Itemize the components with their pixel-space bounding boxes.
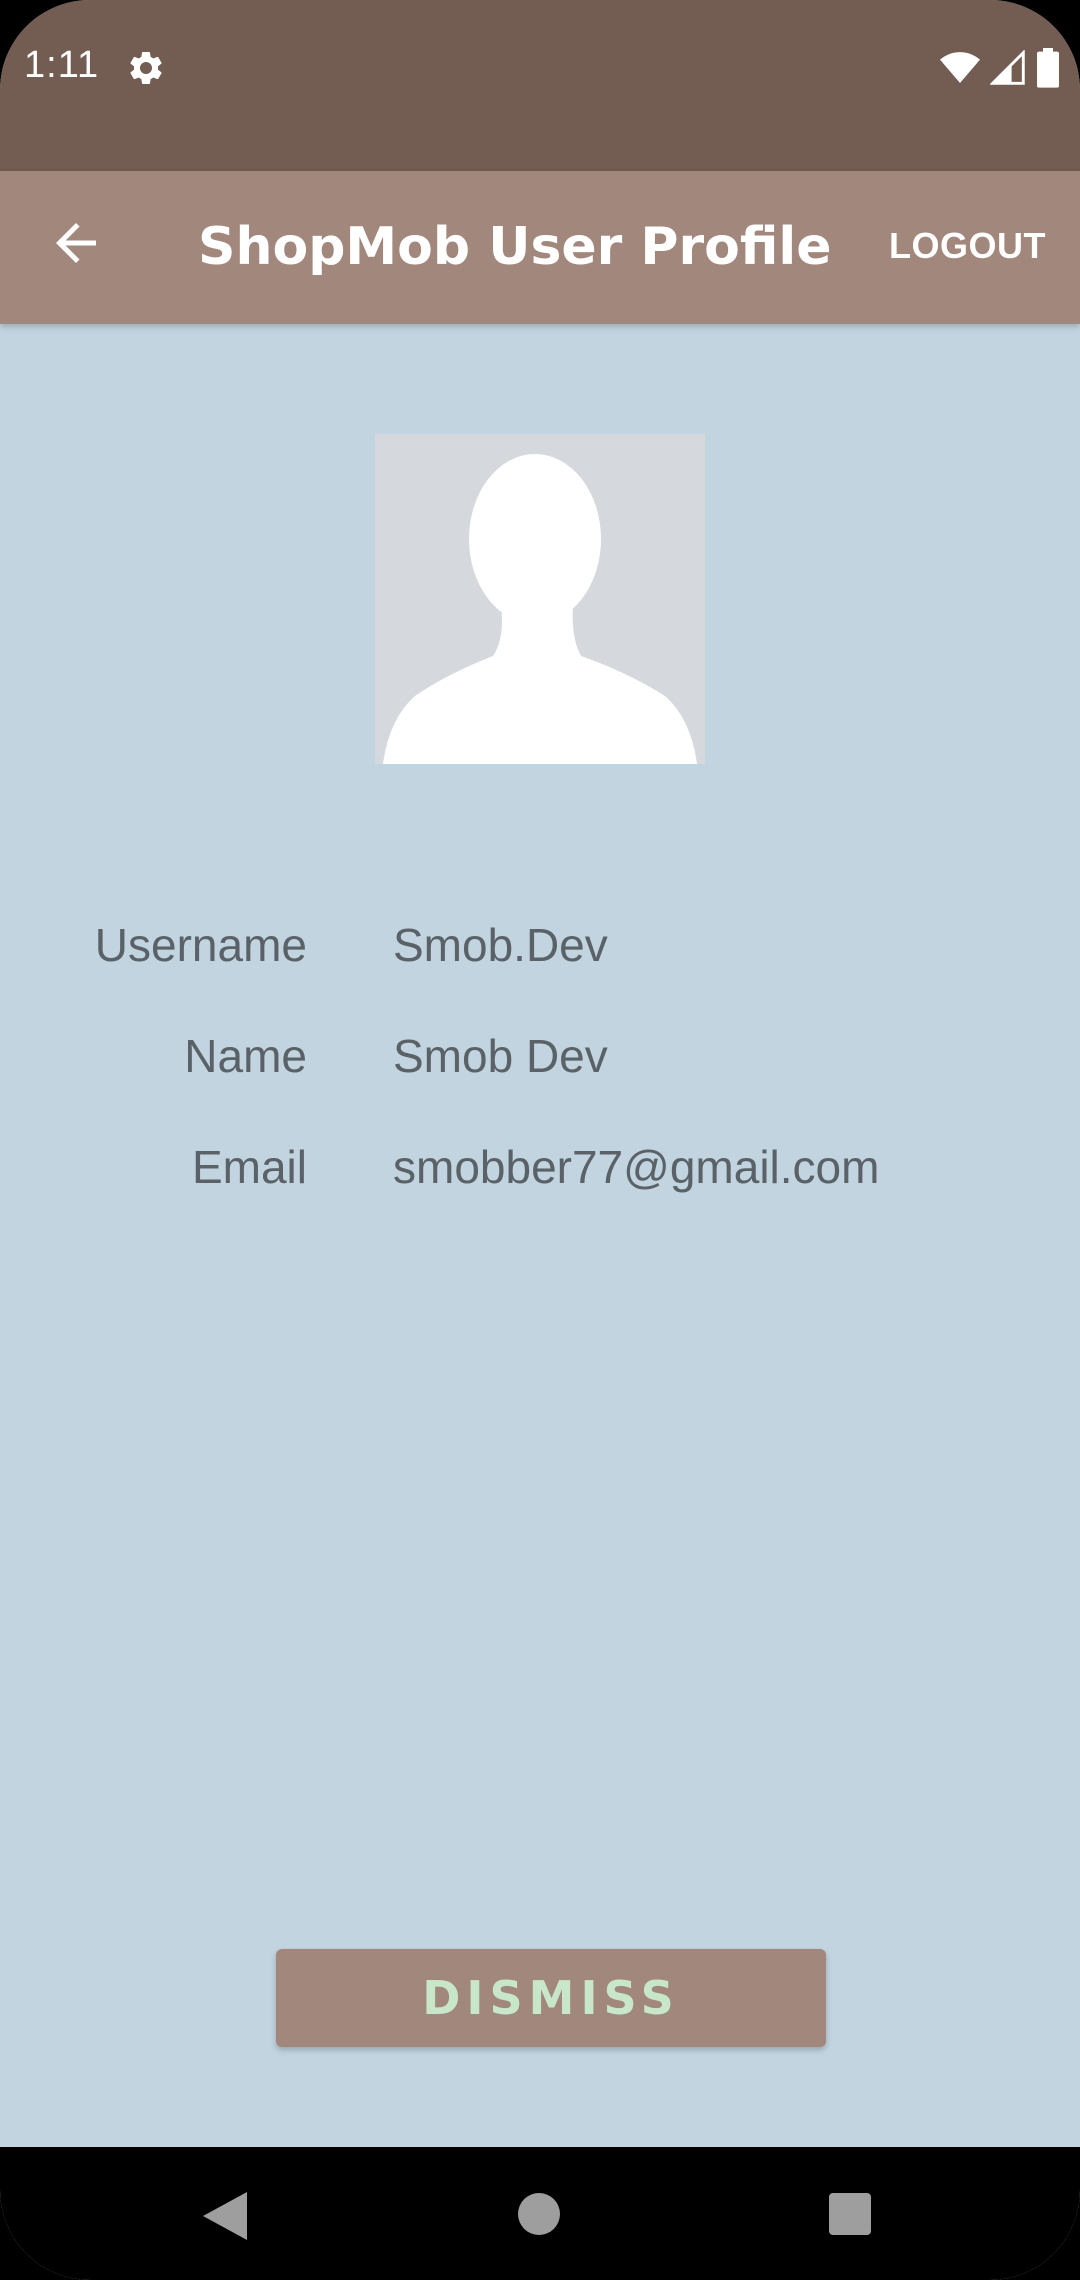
page-title: ShopMob User Profile [198, 217, 832, 277]
battery-icon [1037, 48, 1059, 88]
dismiss-button[interactable]: DISMISS [276, 1949, 826, 2047]
gear-icon [130, 51, 162, 84]
name-label: Name [184, 1030, 307, 1082]
email-label: Email [191, 1141, 307, 1193]
navigation-bar [0, 2147, 1080, 2280]
nav-back-icon[interactable] [203, 2192, 247, 2240]
status-bar: 1:11 [0, 0, 1080, 171]
email-row: Email smobber77@gmail.com [0, 1140, 1080, 1200]
email-value: smobber77@gmail.com [393, 1141, 880, 1193]
phone-screen: 1:11 ShopMob User Profile LOGOUT Usernam… [0, 0, 1080, 2280]
person-silhouette-icon [383, 454, 697, 764]
username-label: Username [94, 919, 307, 971]
nav-home-icon[interactable] [518, 2193, 560, 2235]
status-icons [940, 48, 1060, 88]
signal-icon [990, 50, 1025, 85]
avatar [375, 434, 705, 764]
name-row: Name Smob Dev [0, 1029, 1080, 1089]
nav-recents-icon[interactable] [829, 2193, 871, 2235]
wifi-icon [940, 52, 980, 83]
username-row: Username Smob.Dev [0, 918, 1080, 978]
arrow-left-icon[interactable] [46, 213, 106, 273]
status-time: 1:11 [24, 44, 100, 86]
name-value: Smob Dev [393, 1030, 608, 1082]
logout-button[interactable]: LOGOUT [889, 225, 1046, 267]
username-value: Smob.Dev [393, 919, 608, 971]
app-bar: ShopMob User Profile LOGOUT [0, 171, 1080, 324]
